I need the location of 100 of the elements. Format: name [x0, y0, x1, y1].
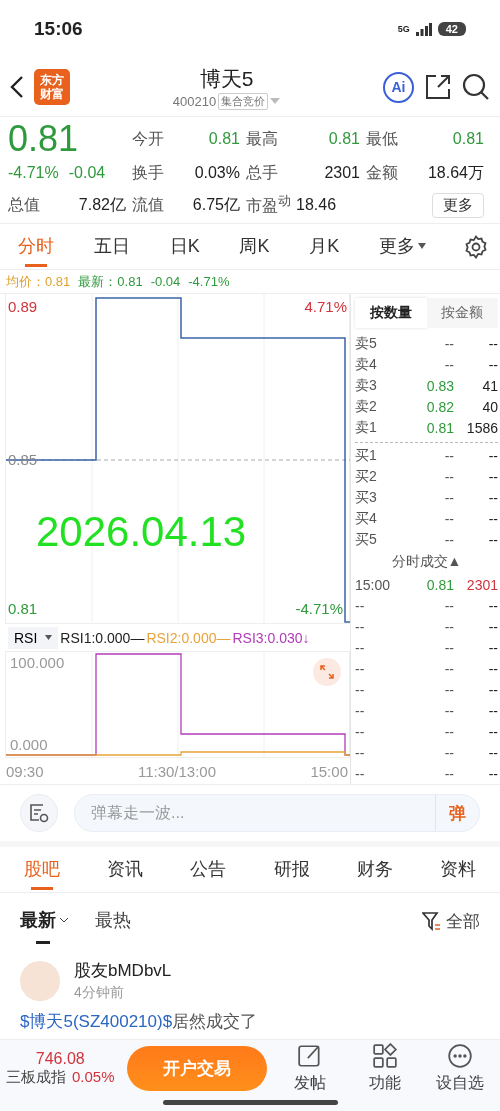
trade-price: -- [443, 681, 454, 698]
stat-value: 0.81 [451, 130, 484, 148]
bid-label: 买5 [355, 530, 378, 549]
trade-time: -- [355, 765, 366, 782]
ask-price: 0.81 [425, 420, 454, 437]
stat-value: 18.46 [296, 196, 338, 214]
grid-icon [372, 1043, 399, 1069]
chart-tab[interactable]: 月K [307, 226, 342, 267]
book-tab[interactable]: 按金额 [426, 298, 498, 328]
stat-label: 最低 [366, 128, 399, 149]
settings-button[interactable] [463, 234, 488, 259]
book-tab[interactable]: 按数量 [355, 298, 427, 328]
stat-value: 0.03% [193, 164, 240, 182]
caret-icon [45, 635, 53, 641]
more-button[interactable]: 更多 [432, 192, 484, 218]
bid-price: -- [443, 489, 454, 506]
trade-time: -- [355, 618, 366, 635]
more-icon [447, 1043, 474, 1069]
trade-volume: -- [487, 702, 498, 719]
trade-price: -- [443, 597, 454, 614]
filter-button[interactable]: 全部 [422, 909, 480, 933]
indicator-selector[interactable]: RSI [8, 626, 59, 649]
change-amount: -0.04 [68, 164, 106, 182]
bid-price: -- [443, 469, 454, 485]
action-button[interactable]: 功能 [353, 1043, 417, 1094]
post-text: $博天5(SZ400210)$居然成交了 [20, 1011, 259, 1033]
ask-volume: 1586 [465, 420, 498, 437]
ask-label: 卖5 [355, 335, 378, 354]
date-text: 2026.04.13 [36, 508, 247, 556]
ai-button[interactable]: Ai [383, 71, 414, 103]
bid-volume: -- [487, 510, 498, 527]
share-icon [424, 73, 452, 101]
chart-tab[interactable]: 五日 [91, 226, 132, 267]
trade-time: -- [355, 702, 366, 719]
axis-label: 100.000 [10, 654, 65, 672]
search-button[interactable] [462, 73, 490, 101]
filter-icon [422, 911, 442, 931]
stat-label: 总手 [246, 162, 279, 183]
battery-level: 42 [437, 22, 466, 36]
axis-label: 0.000 [10, 736, 48, 754]
stat-label: 最高 [246, 128, 279, 149]
chart-tab[interactable]: 日K [167, 226, 202, 267]
content-tab[interactable]: 公告 [188, 849, 229, 890]
percent-label: -4.71% [295, 600, 343, 617]
danmaku-settings-button[interactable] [20, 794, 58, 832]
trade-price: -- [443, 723, 454, 740]
share-button[interactable] [424, 73, 452, 101]
trade-time: -- [355, 744, 366, 761]
signal-icon [415, 22, 432, 36]
app-logo: 东方 财富 [34, 69, 70, 105]
average-price: 均价：0.81 [6, 272, 71, 291]
axis-label: 0.81 [8, 600, 38, 617]
ask-label: 卖1 [355, 419, 378, 438]
chart-tab[interactable]: 周K [237, 226, 272, 267]
time-label: 11:30/13:00 [137, 762, 217, 780]
latest-change-percent: -4.71% [188, 274, 230, 289]
network-label: 5G [397, 24, 410, 34]
trade-time: -- [355, 681, 366, 698]
legend-item: RSI1:0.000— [60, 629, 145, 646]
stat-label: 换手 [132, 162, 165, 183]
status-time: 15:06 [34, 18, 83, 40]
status-tag: 集合竞价 [218, 92, 269, 110]
index-name: 三板成指 [6, 1068, 66, 1087]
ask-volume: -- [487, 357, 498, 374]
caret-icon [418, 243, 427, 249]
trade-time: -- [355, 597, 366, 614]
stat-value: 7.82亿 [78, 194, 126, 215]
back-button[interactable] [10, 75, 24, 99]
last-price: 0.81 [8, 118, 80, 160]
stock-link[interactable]: $博天5(SZ400210)$ [20, 1012, 173, 1031]
expand-button[interactable] [313, 658, 341, 687]
bid-label: 买4 [355, 509, 378, 528]
chart-tab[interactable]: 更多 [377, 226, 429, 267]
trade-volume: -- [487, 765, 498, 782]
expand-icon [320, 665, 334, 680]
chevron-icon [59, 917, 69, 923]
trade-price: -- [443, 660, 454, 677]
legend-item: RSI3:0.030↓ [232, 629, 310, 646]
trade-volume: -- [487, 681, 498, 698]
trade-price: -- [443, 765, 454, 782]
action-button[interactable]: 发帖 [278, 1043, 342, 1094]
trade-volume: -- [487, 618, 498, 635]
stat-value: 6.75亿 [191, 194, 240, 215]
axis-label: 0.89 [8, 298, 38, 315]
trade-volume: -- [487, 639, 498, 656]
sort-tab[interactable]: 最热 [95, 898, 131, 944]
bid-volume: -- [487, 469, 498, 485]
ask-label: 卖3 [355, 377, 378, 396]
trades-title[interactable]: 分时成交▲ [355, 550, 498, 575]
content-tab[interactable]: 资讯 [105, 849, 145, 890]
content-tab[interactable]: 研报 [271, 849, 312, 890]
content-tab[interactable]: 资料 [438, 849, 479, 890]
ask-volume: 40 [481, 399, 498, 416]
stat-value: 18.64万 [426, 162, 484, 183]
bid-volume: -- [487, 489, 498, 506]
action-button[interactable]: 设自选 [428, 1043, 492, 1094]
percent-label: 4.71% [304, 298, 347, 315]
ask-price: -- [443, 336, 454, 353]
content-tab[interactable]: 财务 [354, 849, 395, 890]
bid-label: 买1 [355, 447, 378, 465]
